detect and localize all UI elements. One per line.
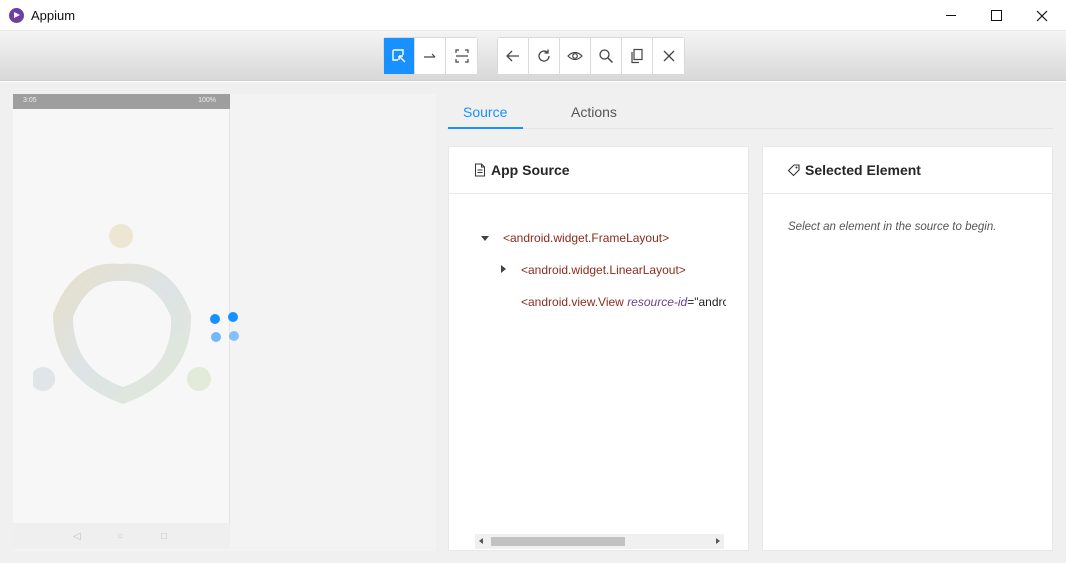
spinner-dot xyxy=(228,312,238,322)
spinner-dot xyxy=(211,332,221,342)
quit-session-icon xyxy=(663,50,674,62)
device-screenshot[interactable]: 3:05 100% ◁ ○ □ xyxy=(13,94,230,549)
splash-logo xyxy=(33,224,211,404)
tree-node-view-tag: <android.view.View xyxy=(521,295,624,309)
device-home-icon: ○ xyxy=(117,531,124,542)
toggle-hidden-button[interactable] xyxy=(560,38,591,74)
device-back-icon: ◁ xyxy=(73,531,81,542)
selected-element-hint: Select an element in the source to begin… xyxy=(788,221,997,233)
inspector-tabs: Source Actions xyxy=(447,96,1053,129)
refresh-icon xyxy=(538,49,550,62)
tree-node-linearlayout[interactable]: <android.widget.LinearLayout> xyxy=(521,263,686,277)
maximize-button[interactable] xyxy=(973,0,1019,31)
tap-region-icon xyxy=(454,49,469,63)
refresh-button[interactable] xyxy=(529,38,560,74)
device-nav-bar: ◁ ○ □ xyxy=(13,523,230,549)
minimize-icon xyxy=(946,15,956,16)
close-icon xyxy=(1036,10,1048,21)
search-icon xyxy=(599,49,614,64)
inspector-toolbar xyxy=(0,31,1066,81)
selected-element-header: Selected Element xyxy=(763,147,1052,194)
maximize-icon xyxy=(990,10,1002,21)
search-button[interactable] xyxy=(591,38,622,74)
inspector-main: 3:05 100% ◁ ○ □ Source Actions App Sourc… xyxy=(0,82,1066,563)
quit-session-button[interactable] xyxy=(653,38,684,74)
file-text-icon xyxy=(475,163,485,177)
selected-element-title: Selected Element xyxy=(805,162,921,178)
tab-actions[interactable]: Actions xyxy=(571,104,617,120)
screenshot-pane: 3:05 100% ◁ ○ □ xyxy=(13,94,436,551)
session-actions-group xyxy=(497,37,685,75)
window-title: Appium xyxy=(31,8,76,23)
tree-node-framelayout[interactable]: <android.widget.FrameLayout> xyxy=(503,231,669,245)
spinner-dot xyxy=(229,331,239,341)
back-button[interactable] xyxy=(498,38,529,74)
copy-xml-icon xyxy=(631,48,643,64)
device-battery: 100% xyxy=(198,97,216,104)
tap-region-button[interactable] xyxy=(446,38,477,74)
interaction-mode-group xyxy=(383,37,478,75)
eye-icon xyxy=(567,51,583,61)
device-clock: 3:05 xyxy=(23,97,37,104)
back-icon xyxy=(506,50,519,62)
device-status-bar: 3:05 100% xyxy=(13,94,230,109)
scroll-left-icon[interactable] xyxy=(479,538,483,544)
close-button[interactable] xyxy=(1019,0,1065,31)
app-source-panel: App Source <android.widget.FrameLayout> … xyxy=(448,146,749,551)
app-source-header: App Source xyxy=(449,147,748,194)
title-bar: Appium xyxy=(0,0,1066,31)
selected-element-panel: Selected Element Select an element in th… xyxy=(762,146,1053,551)
tree-node-view[interactable]: <android.view.View resource-id="andrc xyxy=(521,295,726,309)
device-recents-icon: □ xyxy=(161,531,168,542)
active-tab-indicator xyxy=(448,127,523,129)
copy-xml-button[interactable] xyxy=(622,38,653,74)
source-horizontal-scrollbar[interactable] xyxy=(475,534,724,549)
app-source-title: App Source xyxy=(491,162,570,178)
loading-spinner-icon xyxy=(208,312,240,344)
tree-expand-icon[interactable] xyxy=(501,265,506,273)
tree-node-view-value: ="andrc xyxy=(687,295,726,309)
tag-icon xyxy=(787,164,800,177)
minimize-button[interactable] xyxy=(928,0,974,31)
appium-logo-icon xyxy=(9,8,24,23)
select-elements-button[interactable] xyxy=(384,38,415,74)
swipe-button[interactable] xyxy=(415,38,446,74)
scrollbar-thumb[interactable] xyxy=(491,537,625,546)
tab-source[interactable]: Source xyxy=(463,104,507,120)
tree-collapse-icon[interactable] xyxy=(481,236,489,241)
scroll-right-icon[interactable] xyxy=(716,538,720,544)
select-elements-icon xyxy=(392,49,406,63)
swipe-icon xyxy=(424,53,436,58)
spinner-dot xyxy=(210,314,220,324)
tree-node-view-attr: resource-id xyxy=(627,295,688,309)
